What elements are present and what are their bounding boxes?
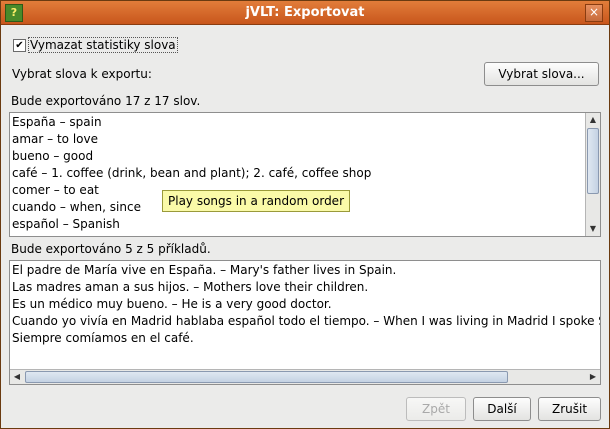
clear-stats-checkbox[interactable]: ✔ <box>13 39 26 52</box>
words-list[interactable]: España – spain amar – to love bueno – good… <box>9 112 601 237</box>
clear-stats-label[interactable]: Vymazat statistiky slova <box>28 37 178 53</box>
word-list-item[interactable]: amar – to love <box>12 131 371 148</box>
examples-scroll-thumb[interactable] <box>25 371 508 383</box>
back-button[interactable]: Zpět <box>406 397 466 421</box>
close-button[interactable]: × <box>585 4 603 22</box>
cancel-button-label: Zrušit <box>551 402 588 416</box>
scroll-left-arrow-icon[interactable]: ◀ <box>10 370 24 384</box>
example-list-item[interactable]: Siempre comíamos en el café. <box>12 330 600 347</box>
example-list-item[interactable]: El padre de María vive en España. – Mary… <box>12 262 600 279</box>
words-scroll-thumb[interactable] <box>587 128 599 194</box>
examples-list[interactable]: El padre de María vive en España. – Mary… <box>9 260 601 385</box>
cancel-button[interactable]: Zrušit <box>538 397 601 421</box>
window-title: jVLT: Exportovat <box>245 5 365 20</box>
example-list-item[interactable]: Cuando yo vivía en Madrid hablaba españo… <box>12 313 600 330</box>
scroll-down-arrow-icon[interactable]: ▼ <box>586 222 600 236</box>
word-list-item[interactable]: bueno – good <box>12 148 371 165</box>
export-dialog: ? jVLT: Exportovat × ✔ Vymazat statistik… <box>0 0 610 429</box>
example-list-item[interactable]: Las madres aman a sus hijos. – Mothers l… <box>12 279 600 296</box>
next-button[interactable]: Další <box>473 397 531 421</box>
next-button-label: Další <box>487 402 517 416</box>
select-words-button-label: Vybrat slova... <box>498 67 585 81</box>
word-list-item[interactable]: café – 1. coffee (drink, bean and plant)… <box>12 165 371 182</box>
title-bar[interactable]: ? jVLT: Exportovat × <box>1 1 609 25</box>
scroll-right-arrow-icon[interactable]: ▶ <box>586 370 600 384</box>
word-list-item[interactable]: España – spain <box>12 114 371 131</box>
select-words-button[interactable]: Vybrat slova... <box>484 62 599 86</box>
words-summary: Bude exportováno 17 z 17 slov. <box>11 94 201 108</box>
tooltip: Play songs in a random order <box>162 190 350 212</box>
word-list-item[interactable]: español – Spanish <box>12 216 371 233</box>
scroll-up-arrow-icon[interactable]: ▲ <box>586 113 600 127</box>
words-vertical-scrollbar[interactable]: ▲ ▼ <box>585 113 600 236</box>
back-button-label: Zpět <box>422 402 450 416</box>
examples-horizontal-scrollbar[interactable]: ◀ ▶ <box>10 369 600 384</box>
example-list-item[interactable]: Es un médico muy bueno. – He is a very g… <box>12 296 600 313</box>
examples-summary: Bude exportováno 5 z 5 příkladů. <box>11 242 211 256</box>
select-words-label: Vybrat slova k exportu: <box>12 67 152 81</box>
